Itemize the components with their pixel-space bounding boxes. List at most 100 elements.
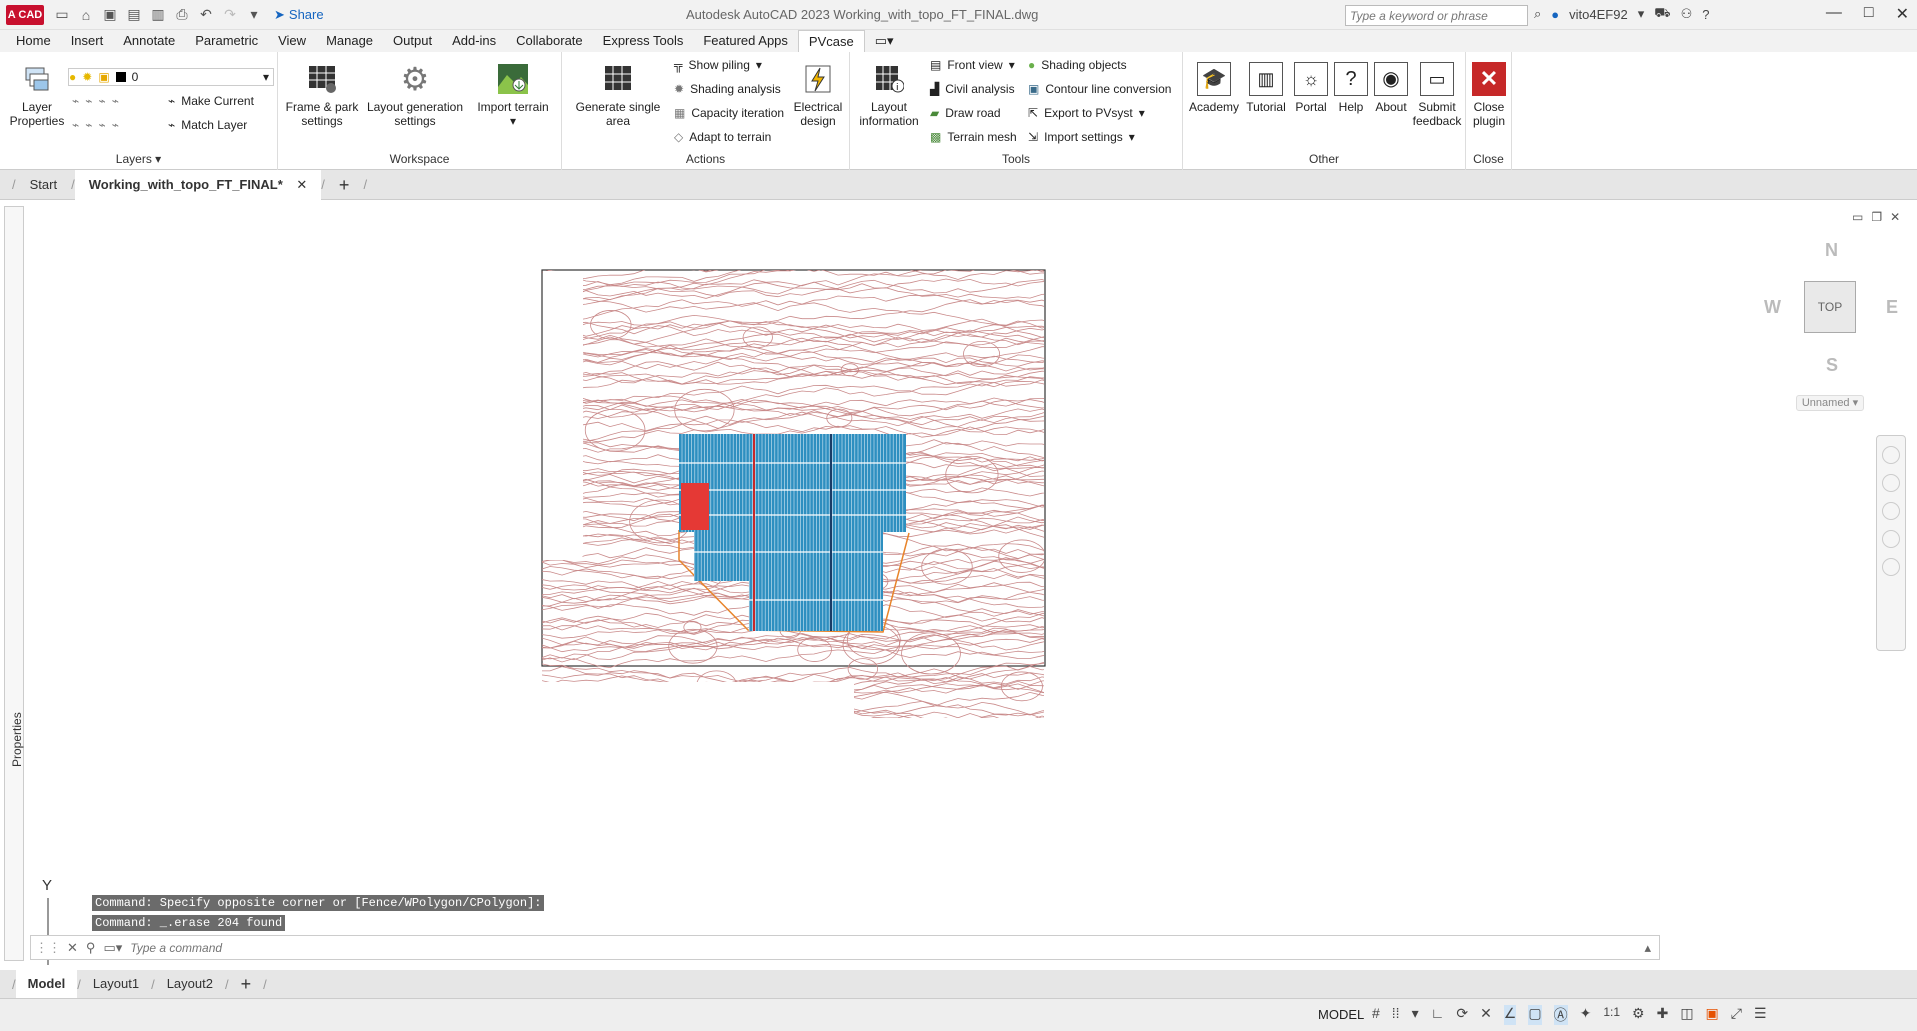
front-view-button[interactable]: ▤ Front view ▾	[930, 58, 1015, 72]
layout-information-button[interactable]: i Layout information	[856, 62, 922, 128]
recent-commands-icon[interactable]: ▭▾	[103, 940, 122, 956]
close-icon[interactable]: ✕	[1896, 4, 1909, 24]
gear-icon[interactable]: ⚙	[1632, 1005, 1645, 1025]
share-button[interactable]: ➤ Share	[274, 7, 324, 23]
terrain-mesh-button[interactable]: ▩ Terrain mesh	[930, 130, 1017, 144]
tab-start[interactable]: Start	[16, 170, 71, 200]
layer-off-icon[interactable]: ⌁	[72, 94, 79, 108]
drawing-viewport[interactable]: Y	[28, 200, 1917, 970]
show-piling-button[interactable]: ╦ Show piling ▾	[674, 58, 762, 72]
redo-icon[interactable]: ↷	[220, 5, 240, 25]
menu-icon[interactable]: ☰	[1754, 1005, 1767, 1025]
import-settings-button[interactable]: ⇲ Import settings ▾	[1028, 130, 1135, 144]
grid-icon[interactable]: #	[1372, 1005, 1380, 1025]
selection-cycling-icon[interactable]: ▢	[1528, 1005, 1542, 1025]
customize-icon[interactable]: ⚲	[86, 940, 96, 956]
ucs-dropdown[interactable]: Unnamed ▾	[1796, 395, 1864, 411]
minimize-viewport-icon[interactable]: ▭	[1852, 210, 1863, 224]
chevron-down-icon[interactable]: ▾	[244, 5, 264, 25]
new-file-icon[interactable]: ▭	[52, 5, 72, 25]
model-space-button[interactable]: MODEL	[1318, 1007, 1364, 1022]
restore-viewport-icon[interactable]: ❐	[1871, 210, 1882, 224]
make-current-button[interactable]: ⌁ Make Current	[168, 94, 254, 108]
polar-icon[interactable]: ⟳	[1456, 1005, 1468, 1025]
showmotion-icon[interactable]	[1882, 558, 1900, 576]
layer-dropdown[interactable]: ● ✹ ▣ 0 ▾	[68, 68, 274, 86]
tab-add-ins[interactable]: Add-ins	[442, 30, 506, 52]
properties-label[interactable]: Properties	[10, 712, 24, 767]
chevron-up-icon[interactable]: ▴	[1644, 940, 1651, 956]
tab-annotate[interactable]: Annotate	[113, 30, 185, 52]
user-name[interactable]: vito4EF92	[1569, 7, 1628, 22]
chevron-down-icon[interactable]: ▾	[1412, 1005, 1419, 1025]
tab-collaborate[interactable]: Collaborate	[506, 30, 593, 52]
user-icon[interactable]: ●	[1551, 7, 1559, 22]
contour-line-conversion-button[interactable]: ▣ Contour line conversion	[1028, 82, 1171, 96]
compass-west[interactable]: W	[1764, 297, 1781, 318]
help-icon[interactable]: ?	[1702, 7, 1709, 22]
maximize-icon[interactable]: □	[1864, 4, 1874, 24]
new-layout-button[interactable]: +	[229, 970, 264, 998]
tab-parametric[interactable]: Parametric	[185, 30, 268, 52]
orbit-icon[interactable]	[1882, 530, 1900, 548]
zoom-icon[interactable]	[1882, 502, 1900, 520]
close-viewport-icon[interactable]: ✕	[1890, 210, 1900, 224]
compass-south[interactable]: S	[1826, 355, 1838, 376]
search-icon[interactable]: ⌕	[1534, 6, 1541, 22]
tab-featured-apps[interactable]: Featured Apps	[693, 30, 798, 52]
tab-manage[interactable]: Manage	[316, 30, 383, 52]
panel-title-layers[interactable]: Layers ▾	[0, 152, 277, 166]
properties-palette-strip[interactable]: Properties	[4, 206, 24, 961]
osnap-icon[interactable]: ✕	[1480, 1005, 1492, 1025]
steering-wheel-icon[interactable]	[1882, 446, 1900, 464]
portal-button[interactable]: ☼ Portal	[1289, 62, 1333, 114]
snap-icon[interactable]: ⁞⁞	[1392, 1005, 1400, 1025]
tab-view[interactable]: View	[268, 30, 316, 52]
new-tab-button[interactable]: +	[325, 170, 364, 200]
frame-park-settings-button[interactable]: Frame & park settings	[282, 62, 362, 128]
drawing-canvas[interactable]: Y N S W E TOP Unnamed ▾ ▭ ❐ ✕	[28, 200, 1917, 970]
tutorial-button[interactable]: ▥ Tutorial	[1241, 62, 1291, 114]
open-file-icon[interactable]: ⌂	[76, 5, 96, 25]
object-snap-tracking-icon[interactable]: ∠	[1503, 1005, 1517, 1025]
command-input[interactable]	[130, 940, 1531, 955]
chevron-down-icon[interactable]: ▾	[1638, 6, 1645, 22]
submit-feedback-button[interactable]: ▭ Submit feedback	[1409, 62, 1465, 128]
close-command-icon[interactable]: ✕	[67, 940, 78, 956]
save-as-icon[interactable]: ▤	[124, 5, 144, 25]
layer-on-icon[interactable]: ⌁	[72, 118, 79, 132]
draw-road-button[interactable]: ▰ Draw road	[930, 106, 1001, 120]
tab-pvcase[interactable]: PVcase	[797, 30, 865, 52]
layer-thaw-icon[interactable]: ⌁	[98, 118, 105, 132]
hardware-icon[interactable]: ▣	[1706, 1005, 1719, 1025]
layer-lock-icon[interactable]: ⌁	[112, 94, 119, 108]
save-icon[interactable]: ▣	[100, 5, 120, 25]
pan-icon[interactable]	[1882, 474, 1900, 492]
help-button[interactable]: ? Help	[1331, 62, 1371, 114]
print-icon[interactable]: ⎙	[172, 5, 192, 25]
civil-analysis-button[interactable]: ▟ Civil analysis	[930, 82, 1015, 96]
layer-freeze-icon[interactable]: ⌁	[98, 94, 105, 108]
tab-output[interactable]: Output	[383, 30, 442, 52]
compass-east[interactable]: E	[1886, 297, 1898, 318]
tab-layout2[interactable]: Layout2	[155, 970, 225, 998]
search-input[interactable]: Type a keyword or phrase	[1345, 5, 1528, 26]
annotation-scale-icon[interactable]: ✦	[1580, 1005, 1592, 1025]
adapt-to-terrain-button[interactable]: ◇ Adapt to terrain	[674, 130, 771, 144]
minimize-icon[interactable]: —	[1826, 4, 1842, 24]
workspace-switch-icon[interactable]: ▭▾	[865, 30, 904, 52]
autocad-logo[interactable]: A CAD	[6, 4, 44, 25]
tab-model[interactable]: Model	[15, 970, 78, 998]
shading-analysis-button[interactable]: ✹ Shading analysis	[674, 82, 781, 96]
tab-layout1[interactable]: Layout1	[81, 970, 151, 998]
layer-unlock-icon[interactable]: ⌁	[112, 118, 119, 132]
scale-label[interactable]: 1:1	[1603, 1005, 1620, 1025]
plot-icon[interactable]: ▥	[148, 5, 168, 25]
electrical-design-button[interactable]: Electrical design	[790, 62, 846, 128]
layer-isolate-icon[interactable]: ⌁	[85, 94, 92, 108]
layout-generation-settings-button[interactable]: ⚙ Layout generation settings	[362, 62, 468, 128]
tab-insert[interactable]: Insert	[61, 30, 114, 52]
layer-properties-button[interactable]: Layer Properties	[8, 62, 66, 128]
capacity-iteration-button[interactable]: ▦ Capacity iteration	[674, 106, 784, 120]
generate-single-area-button[interactable]: Generate single area	[570, 62, 666, 128]
